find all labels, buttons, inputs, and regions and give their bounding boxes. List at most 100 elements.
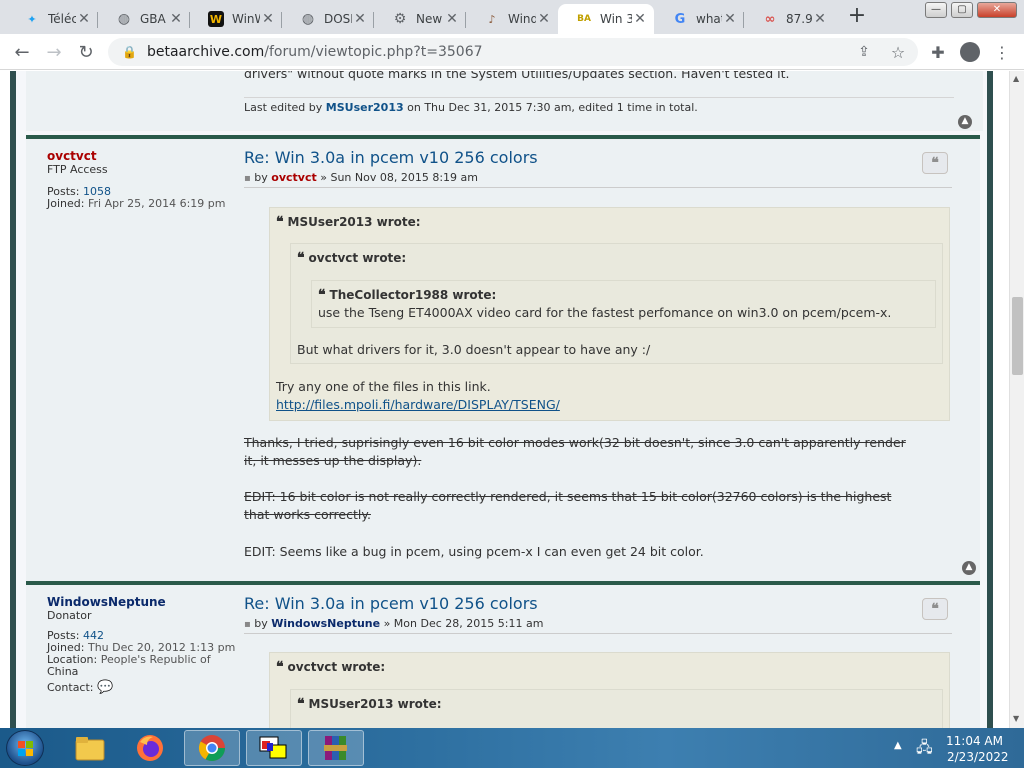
quote-button[interactable]: ❝ — [922, 152, 948, 174]
share-icon[interactable]: ⇪ — [852, 40, 876, 64]
browser-tab-strip: ✦ Téléch ✕ ◍ GBA ✕ W WinW ✕ ◍ DOSB ✕ ⚙ N… — [0, 0, 1024, 34]
close-tab-icon[interactable]: ✕ — [168, 11, 184, 27]
last-edited-note: Last edited by MSUser2013 on Thu Dec 31,… — [244, 101, 698, 114]
post-title-link[interactable]: Re: Win 3.0a in pcem v10 256 colors — [244, 594, 538, 613]
clock-time[interactable]: 11:04 AM — [946, 734, 1003, 748]
quote-icon: ❝ — [276, 214, 284, 230]
author-joined: Joined: Fri Apr 25, 2014 6:19 pm — [47, 197, 226, 210]
post: WindowsNeptune Donator Posts: 442 Joined… — [26, 585, 980, 728]
browser-tab[interactable]: W WinW ✕ — [190, 4, 282, 34]
quote-link[interactable]: http://files.mpoli.fi/hardware/DISPLAY/T… — [276, 397, 560, 412]
author-rank: Donator — [47, 609, 92, 622]
winworld-icon: W — [208, 11, 224, 27]
quote-icon: ❝ — [297, 696, 305, 712]
link-icon: ∞ — [764, 11, 776, 27]
quote-button[interactable]: ❝ — [922, 598, 948, 620]
globe-icon: ◍ — [117, 11, 131, 27]
close-tab-icon[interactable]: ✕ — [352, 11, 368, 27]
last-edited-user-link[interactable]: MSUser2013 — [326, 101, 404, 114]
close-tab-icon[interactable]: ✕ — [632, 11, 648, 27]
extensions-icon[interactable]: ✚ — [926, 40, 950, 64]
browser-tab[interactable]: ✦ Téléch ✕ — [6, 4, 98, 34]
betaarchive-icon: BA — [577, 14, 591, 24]
quote-block-nested: ❝ TheCollector1988 wrote: use the Tseng E… — [311, 280, 936, 328]
page-scrollbar[interactable]: ▲ ▼ — [1009, 71, 1024, 728]
taskbar-firefox[interactable] — [122, 730, 178, 766]
browser-tab[interactable]: ∞ 87.98 ✕ — [744, 4, 834, 34]
quote-icon: ❝ — [318, 287, 326, 303]
browser-tab-active[interactable]: BA Win 3 ✕ — [558, 4, 654, 34]
post-author-link[interactable]: ovctvct — [47, 149, 97, 163]
quote-cite: ❝ TheCollector1988 wrote: — [318, 287, 497, 303]
firefox-icon — [137, 735, 163, 761]
page-viewport: drivers" without quote marks in the Syst… — [0, 71, 1009, 728]
show-hidden-icons-icon[interactable]: ▲ — [894, 740, 902, 751]
pen-icon: ♪ — [488, 12, 496, 26]
close-tab-icon[interactable]: ✕ — [76, 11, 92, 27]
taskbar-winrar[interactable] — [308, 730, 364, 766]
close-tab-icon[interactable]: ✕ — [444, 11, 460, 27]
chrome-icon — [198, 735, 226, 762]
quote-block: ❝ ovctvct wrote: ❝ MSUser2013 wrote: — [269, 652, 950, 728]
back-to-top-icon[interactable]: ▲ — [958, 115, 972, 129]
post-title-link[interactable]: Re: Win 3.0a in pcem v10 256 colors — [244, 148, 538, 167]
quote-text: Try any one of the files in this link. — [276, 379, 491, 394]
lock-icon: 🔒 — [122, 45, 137, 59]
close-window-button[interactable]: ✕ — [977, 2, 1017, 18]
settings-icon: ⚙ — [393, 11, 407, 27]
twitter-icon: ✦ — [27, 12, 37, 26]
back-icon[interactable]: ← — [10, 40, 34, 64]
author-location-cont: China — [47, 665, 79, 678]
close-tab-icon[interactable]: ✕ — [722, 11, 738, 27]
close-tab-icon[interactable]: ✕ — [812, 11, 828, 27]
close-tab-icon[interactable]: ✕ — [536, 11, 552, 27]
reload-icon[interactable]: ↻ — [74, 40, 98, 64]
scroll-down-arrow-icon[interactable]: ▼ — [1013, 714, 1019, 723]
post-text-struck: Thanks, I tried, suprisingly even 16 bit… — [244, 435, 906, 450]
divider — [244, 97, 954, 98]
byline-user-link[interactable]: WindowsNeptune — [271, 617, 380, 630]
post-author-link[interactable]: WindowsNeptune — [47, 595, 166, 609]
profile-avatar-icon[interactable] — [958, 40, 982, 64]
close-tab-icon[interactable]: ✕ — [260, 11, 276, 27]
clock-date[interactable]: 2/23/2022 — [947, 750, 1009, 764]
application-icon — [259, 736, 287, 759]
taskbar-app-window[interactable] — [246, 730, 302, 766]
browser-tab[interactable]: ◍ GBA ✕ — [98, 4, 190, 34]
browser-toolbar: ← → ↻ 🔒 betaarchive.com/forum/viewtopic.… — [0, 34, 1024, 70]
contact-speech-bubble-icon[interactable]: 💬 — [97, 680, 113, 695]
taskbar-chrome[interactable] — [184, 730, 240, 766]
bookmark-star-icon[interactable]: ☆ — [886, 40, 910, 64]
author-contact: Contact: 💬 — [47, 680, 114, 695]
scrollbar-thumb[interactable] — [1012, 297, 1023, 375]
quote-block: ❝ MSUser2013 wrote: ❝ ovctvct wrote: ❝ TheC… — [269, 207, 950, 421]
author-rank: FTP Access — [47, 163, 108, 176]
menu-kebab-icon[interactable]: ⋮ — [990, 40, 1014, 64]
network-icon[interactable]: 🖧 — [916, 737, 933, 762]
post-text: EDIT: Seems like a bug in pcem, using pc… — [244, 544, 704, 559]
taskbar-file-explorer[interactable] — [62, 730, 118, 766]
maximize-button[interactable]: ▢ — [951, 2, 973, 18]
forward-icon[interactable]: → — [42, 40, 66, 64]
quote-cite: ❝ ovctvct wrote: — [276, 659, 386, 675]
folder-icon — [75, 737, 105, 761]
browser-tab[interactable]: ♪ Wind ✕ — [466, 4, 558, 34]
quote-block-nested: ❝ ovctvct wrote: ❝ TheCollector1988 wrote:… — [290, 243, 943, 364]
previous-post-text: drivers" without quote marks in the Syst… — [244, 71, 790, 81]
minimize-button[interactable]: — — [925, 2, 947, 18]
browser-tab[interactable]: ⚙ New ✕ — [374, 4, 466, 34]
quote-cite: ❝ MSUser2013 wrote: — [297, 696, 442, 712]
start-button[interactable] — [6, 730, 44, 766]
quote-cite: ❝ MSUser2013 wrote: — [276, 214, 421, 230]
divider — [244, 187, 952, 188]
address-bar[interactable]: 🔒 betaarchive.com/forum/viewtopic.php?t=… — [108, 38, 918, 66]
google-icon: G — [674, 11, 686, 27]
globe-icon: ◍ — [301, 11, 315, 27]
browser-tab[interactable]: G what ✕ — [654, 4, 744, 34]
windows-taskbar: ▲ 🖧 — [0, 728, 1024, 768]
new-tab-button[interactable]: + — [846, 5, 868, 28]
browser-tab[interactable]: ◍ DOSB ✕ — [282, 4, 374, 34]
byline-user-link[interactable]: ovctvct — [271, 171, 316, 184]
back-to-top-icon[interactable]: ▲ — [962, 561, 976, 575]
scroll-up-arrow-icon[interactable]: ▲ — [1013, 74, 1019, 83]
